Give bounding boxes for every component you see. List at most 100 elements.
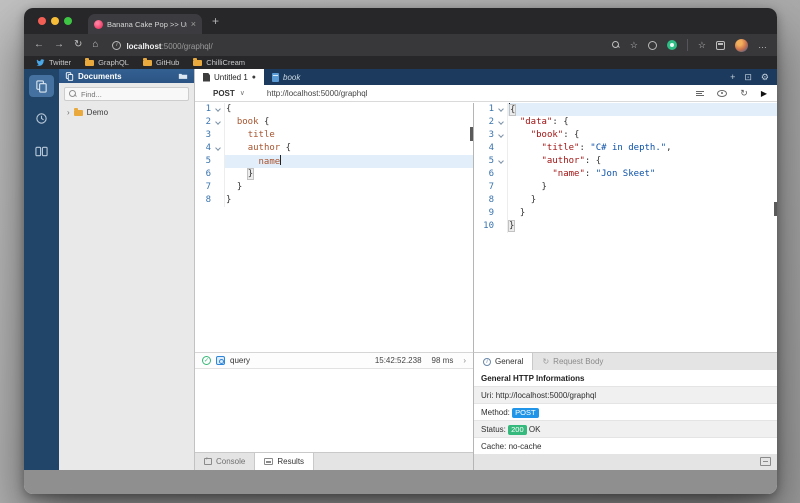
code-text[interactable]: "title": "C# in depth.", [507,142,777,155]
code-text[interactable]: "author": { [507,155,777,168]
code-line[interactable]: 4 author { [195,142,473,155]
code-text[interactable]: "data": { [507,116,777,129]
code-text[interactable]: } [507,181,777,194]
fold-chevron-icon[interactable] [213,116,224,129]
code-text[interactable]: name [224,155,473,168]
operation-bar[interactable]: ✓ query 15:42:52.238 98 ms › [195,352,473,369]
tab-results[interactable]: Results [254,453,314,470]
chevron-right-icon[interactable]: › [67,108,70,117]
code-text[interactable]: "name": "Jon Skeet" [507,168,777,181]
code-line[interactable]: 9 } [474,207,777,220]
new-folder-icon[interactable] [178,72,188,80]
fold-chevron-icon[interactable] [496,116,507,129]
favorites-hub-icon[interactable]: ☆ [698,40,706,50]
chevron-down-icon[interactable]: ∨ [240,89,245,97]
reload-icon[interactable]: ↻ [74,40,82,50]
workspace: Untitled 1 ● book + ⊡ ⚙ POST [195,69,777,470]
tab-console[interactable]: Console [195,453,254,470]
preview-eye-icon[interactable] [717,90,727,97]
fold-chevron-icon[interactable] [496,103,507,116]
find-box[interactable] [64,87,189,101]
rail-documents-button[interactable] [29,75,54,97]
zoom-window-button[interactable] [64,17,72,25]
code-text[interactable]: } [507,207,777,220]
home-icon[interactable]: ⌂ [92,40,98,50]
method-select[interactable]: POST [213,89,235,98]
bookmark-github[interactable]: GitHub [143,58,179,67]
menu-ellipsis-icon[interactable]: … [758,40,767,50]
code-line[interactable]: 8} [195,194,473,207]
fold-chevron-icon[interactable] [496,155,507,168]
zoom-icon[interactable] [612,41,620,49]
code-line[interactable]: 10} [474,220,777,233]
code-text[interactable]: } [507,220,777,233]
code-line[interactable]: 3 title [195,129,473,142]
back-icon[interactable]: ← [34,40,44,50]
tab-book[interactable]: book [264,69,308,85]
line-number: 1 [474,103,496,116]
code-line[interactable]: 7 } [474,181,777,194]
code-text[interactable]: } [507,194,777,207]
run-query-button[interactable]: ▶ [761,89,767,98]
minimize-window-button[interactable] [51,17,59,25]
rail-history-button[interactable] [29,107,54,129]
tab-request-body[interactable]: ↻ Request Body [533,353,612,370]
fold-chevron-icon[interactable] [213,103,224,116]
code-line[interactable]: 1{ [195,103,473,116]
refresh-icon[interactable]: ↻ [740,88,748,99]
format-icon[interactable] [696,91,704,96]
close-window-button[interactable] [38,17,46,25]
bookmark-chillicream[interactable]: ChilliCream [193,58,245,67]
code-line[interactable]: 6 } [195,168,473,181]
response-viewer[interactable]: 1{2 "data": {3 "book": {4 "title": "C# i… [473,103,777,352]
code-text[interactable]: } [224,194,473,207]
collapse-panel-icon[interactable] [760,457,771,466]
address-input[interactable]: i localhost:5000/graphql/ [108,36,601,54]
find-input[interactable] [81,90,184,99]
code-line[interactable]: 8 } [474,194,777,207]
forward-icon[interactable]: → [54,40,64,50]
query-editor[interactable]: 1{2 book {3 title4 author {5 name6 }7 }8… [195,103,473,352]
gear-icon[interactable]: ⚙ [761,72,769,83]
new-tab-button[interactable]: + [212,14,219,28]
code-text[interactable]: } [224,168,473,181]
code-text[interactable]: { [507,103,777,116]
code-text[interactable]: title [224,129,473,142]
chevron-right-icon[interactable]: › [463,356,466,365]
rail-schema-button[interactable] [29,141,54,163]
code-line[interactable]: 6 "name": "Jon Skeet" [474,168,777,181]
code-text[interactable]: "book": { [507,129,777,142]
site-info-icon[interactable]: i [112,41,121,50]
code-text[interactable]: author { [224,142,473,155]
extensions-icon[interactable] [648,41,657,50]
code-line[interactable]: 5 name [195,155,473,168]
line-number: 4 [474,142,496,155]
code-line[interactable]: 2 "data": { [474,116,777,129]
profile-avatar[interactable] [735,39,748,52]
bookmark-graphql[interactable]: GraphQL [85,58,129,67]
fold-chevron-icon[interactable] [213,142,224,155]
code-token: } [248,169,253,179]
code-text[interactable]: } [224,181,473,194]
new-document-icon[interactable]: + [730,72,735,82]
green-extension-icon[interactable] [667,40,677,50]
browser-tab[interactable]: Banana Cake Pop >> Untitled 1 × [88,14,202,34]
collections-icon[interactable] [716,41,725,50]
fold-chevron-icon[interactable] [496,129,507,142]
code-line[interactable]: 5 "author": { [474,155,777,168]
favorite-star-icon[interactable]: ☆ [630,40,638,50]
tree-item-demo[interactable]: › Demo [59,105,194,120]
save-icon[interactable]: ⊡ [744,72,752,83]
code-line[interactable]: 2 book { [195,116,473,129]
tab-untitled-1[interactable]: Untitled 1 ● [195,69,264,85]
code-line[interactable]: 1{ [474,103,777,116]
bookmark-twitter[interactable]: Twitter [36,58,71,67]
code-text[interactable]: { [224,103,473,116]
tab-general[interactable]: i General [474,353,533,370]
code-line[interactable]: 7 } [195,181,473,194]
code-line[interactable]: 3 "book": { [474,129,777,142]
endpoint-url[interactable]: http://localhost:5000/graphql [267,89,368,98]
close-tab-icon[interactable]: × [191,20,196,29]
code-text[interactable]: book { [224,116,473,129]
code-line[interactable]: 4 "title": "C# in depth.", [474,142,777,155]
